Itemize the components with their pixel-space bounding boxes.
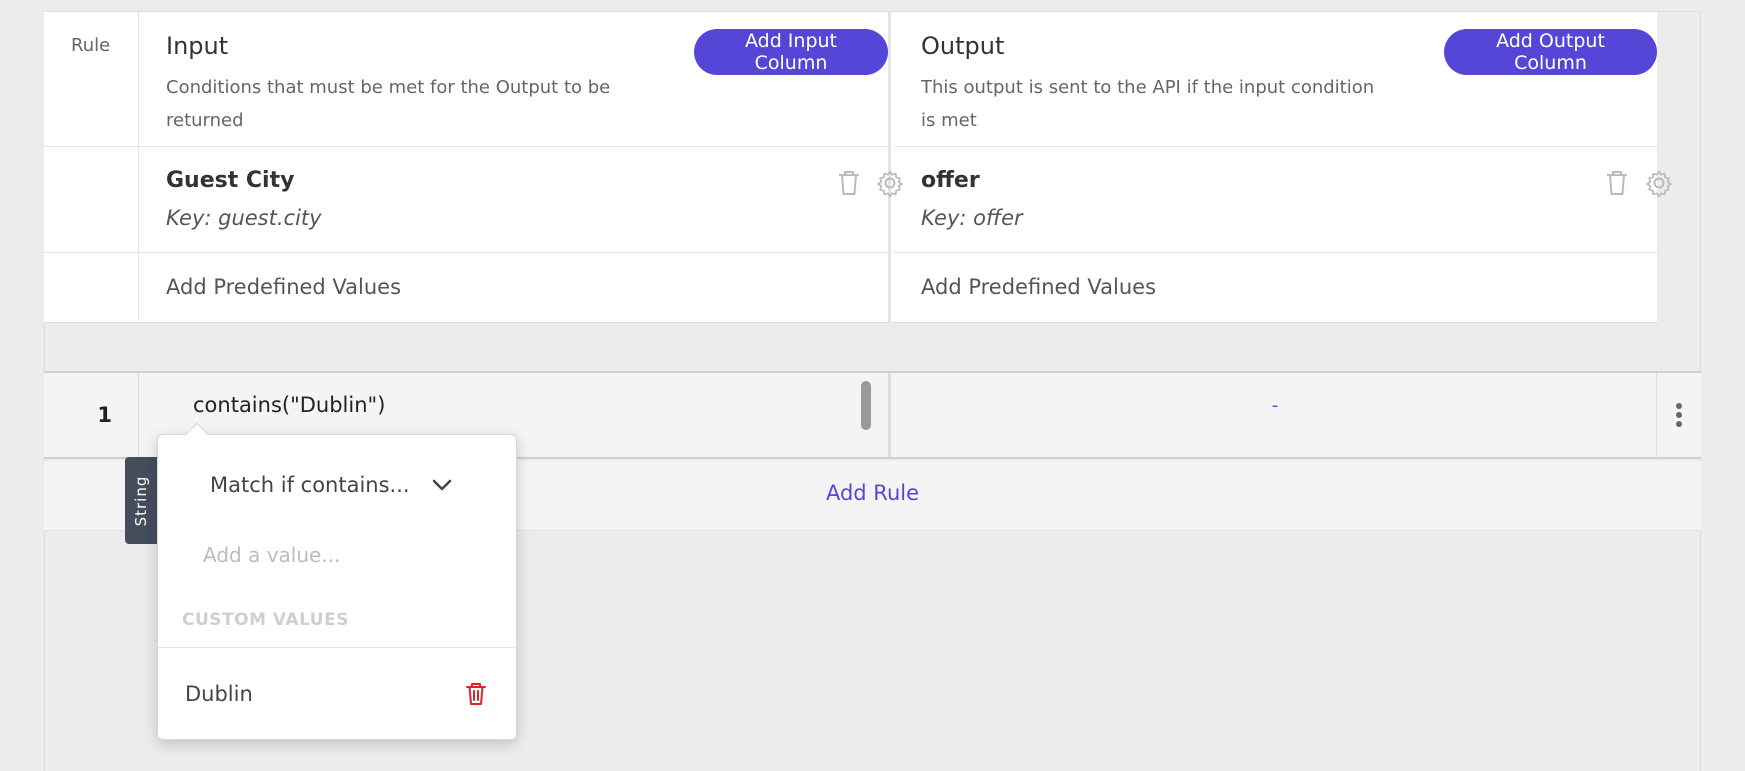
scrollbar-thumb[interactable] <box>861 381 871 430</box>
kebab-menu-icon[interactable] <box>1657 373 1701 457</box>
trash-icon[interactable] <box>464 680 488 708</box>
match-type-select[interactable]: Match if contains... <box>210 473 452 497</box>
input-column-header: Input Conditions that must be met for th… <box>139 12 903 323</box>
output-field-name: offer <box>921 168 980 193</box>
input-field-key: Key: guest.city <box>166 206 322 230</box>
divider <box>44 146 138 147</box>
rule-output-cell[interactable]: - <box>894 373 1657 457</box>
rule-column-label: Rule <box>71 35 111 56</box>
match-type-label: Match if contains... <box>210 473 410 497</box>
rule-output-value[interactable]: - <box>894 395 1656 416</box>
rule-column-header: Rule <box>44 12 139 323</box>
divider <box>44 252 138 253</box>
divider <box>894 252 1657 253</box>
type-tab: String <box>125 457 157 544</box>
output-field-key: Key: offer <box>921 206 1023 230</box>
output-title: Output <box>921 32 1005 60</box>
input-title: Input <box>166 32 229 60</box>
input-field-name: Guest City <box>166 168 295 193</box>
type-tab-label: String <box>132 475 150 526</box>
custom-values-heading: CUSTOM VALUES <box>182 610 349 630</box>
custom-value-item[interactable]: Dublin <box>185 682 253 706</box>
add-input-column-button[interactable]: Add Input Column <box>694 29 888 75</box>
divider <box>139 146 888 147</box>
rule-input-value[interactable]: contains("Dublin") <box>193 393 385 417</box>
decision-table-header: Rule Input Conditions that must be met f… <box>44 12 1672 323</box>
divider <box>894 146 1657 147</box>
divider <box>158 647 516 648</box>
add-output-column-button[interactable]: Add Output Column <box>1444 29 1657 75</box>
add-value-input[interactable] <box>203 535 483 575</box>
trash-icon[interactable] <box>1602 167 1632 199</box>
output-column-header: Output This output is sent to the API if… <box>894 12 1672 323</box>
output-description: This output is sent to the API if the in… <box>921 77 1375 131</box>
chevron-down-icon <box>432 479 451 491</box>
input-description: Conditions that must be met for the Outp… <box>166 77 611 131</box>
value-popover: Match if contains... CUSTOM VALUES Dubli… <box>157 422 517 740</box>
trash-icon[interactable] <box>834 167 864 199</box>
divider <box>139 252 888 253</box>
rule-number-cell: 1 <box>44 373 139 457</box>
rule-number: 1 <box>97 403 112 427</box>
output-add-predefined-values[interactable]: Add Predefined Values <box>921 275 1156 299</box>
input-add-predefined-values[interactable]: Add Predefined Values <box>166 275 401 299</box>
gear-icon[interactable] <box>1644 167 1674 199</box>
